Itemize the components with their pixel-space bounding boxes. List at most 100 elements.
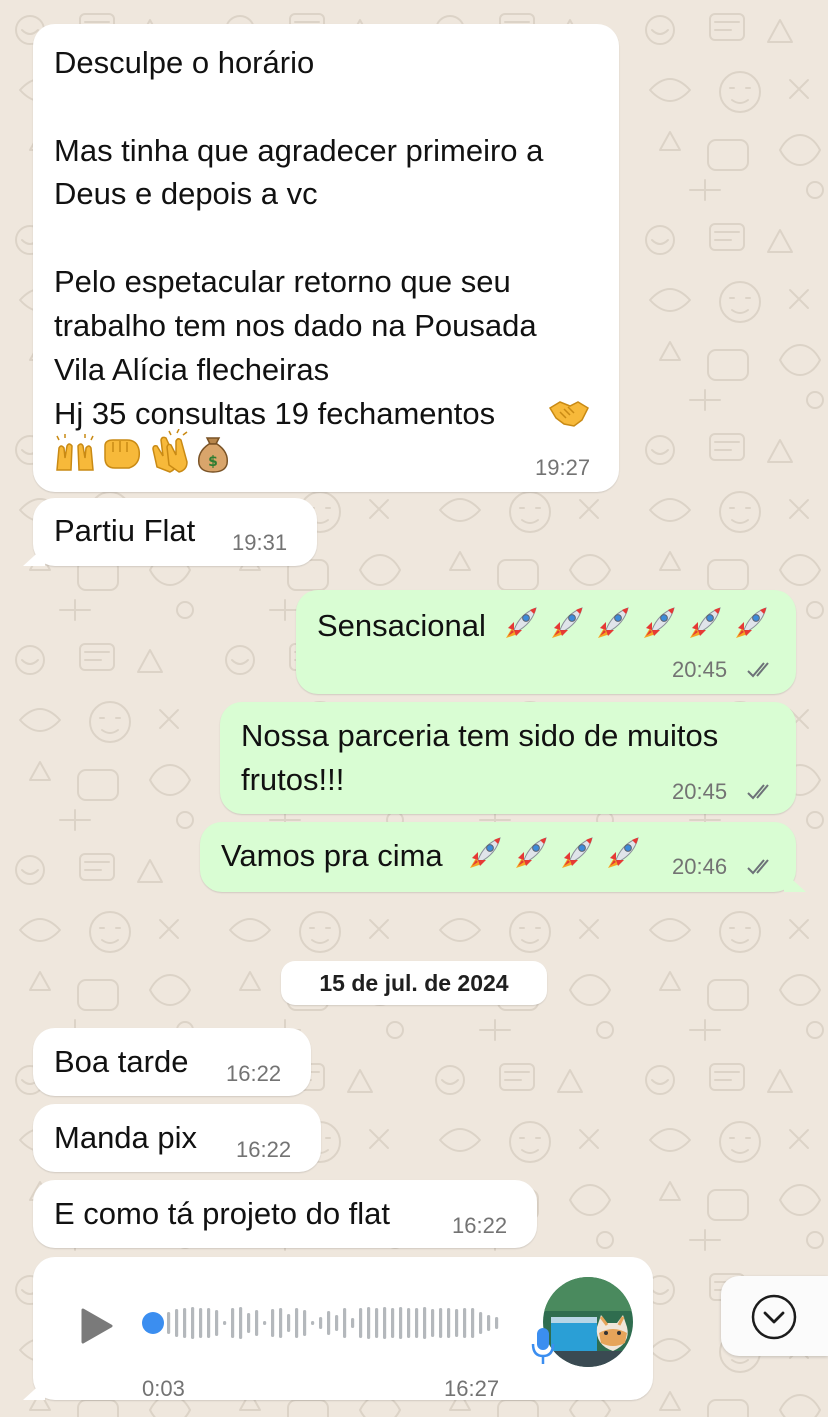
message-timestamp: 16:22 — [452, 1213, 508, 1238]
microphone-icon — [531, 1328, 555, 1364]
waveform-bar — [463, 1308, 467, 1338]
money-bag-emoji: $ — [197, 437, 229, 473]
waveform-bar — [359, 1308, 363, 1338]
message-text: Nossa parceria tem sido de muitos — [241, 718, 719, 753]
message-text: Hj 35 consultas 19 fechamentos — [54, 396, 496, 431]
message-text: Boa tarde — [54, 1044, 189, 1079]
waveform-bar — [327, 1311, 331, 1335]
waveform-bar — [367, 1307, 371, 1339]
message-bubble-outgoing[interactable]: Sensacional 20:45 — [296, 590, 796, 694]
message-text: Pelo espetacular retorno que seu — [54, 264, 511, 299]
rocket-emoji — [638, 604, 678, 644]
waveform-bar — [239, 1307, 243, 1339]
rocket-emoji — [602, 834, 642, 874]
message-bubble-incoming[interactable]: Boa tarde 16:22 — [33, 1028, 311, 1096]
message-text: trabalho tem nos dado na Pousada — [54, 308, 537, 343]
waveform-bar — [303, 1310, 307, 1336]
waveform-bar — [383, 1307, 387, 1339]
rocket-emoji — [730, 604, 770, 644]
rocket-emoji — [556, 834, 596, 874]
message-timestamp: 19:31 — [232, 530, 288, 555]
waveform-bar — [223, 1321, 227, 1325]
voice-message-bubble[interactable]: 0:03 16:27 — [33, 1257, 653, 1401]
audio-progress-dot[interactable] — [142, 1312, 164, 1334]
oncoming-fist-emoji — [104, 439, 141, 469]
waveform-bar — [263, 1321, 267, 1325]
waveform-bar — [183, 1308, 187, 1338]
rocket-emoji — [510, 834, 550, 874]
message-text: Manda pix — [54, 1120, 198, 1155]
waveform-bar — [351, 1318, 355, 1328]
message-timestamp: 19:27 — [535, 455, 591, 480]
waveform-bar — [271, 1309, 275, 1337]
waveform-bar — [231, 1308, 235, 1338]
message-bubble-outgoing[interactable]: Vamos pra cima 20:46 — [200, 822, 796, 892]
message-timestamp: 16:22 — [236, 1137, 292, 1162]
voice-message-timestamp: 16:27 — [444, 1376, 500, 1401]
clapping-hands-emoji — [152, 429, 188, 473]
read-ticks-icon — [747, 784, 769, 800]
waveform-bar — [287, 1314, 291, 1332]
message-timestamp: 20:46 — [672, 854, 728, 879]
play-icon[interactable] — [79, 1306, 115, 1346]
audio-waveform[interactable] — [139, 1301, 511, 1345]
waveform-bar — [175, 1309, 179, 1337]
waveform-bar — [247, 1313, 251, 1333]
date-divider: 15 de jul. de 2024 — [281, 961, 547, 1005]
message-timestamp: 20:45 — [672, 657, 728, 682]
waveform-bar — [311, 1321, 315, 1325]
waveform-bar — [447, 1308, 451, 1338]
waveform-bar — [407, 1308, 411, 1338]
read-ticks-icon — [747, 662, 769, 678]
waveform-bar — [255, 1310, 259, 1336]
waveform-bar — [375, 1308, 379, 1338]
message-text: Desculpe o horário — [54, 45, 315, 80]
waveform-bar — [335, 1315, 339, 1331]
waveform-bar — [455, 1309, 459, 1337]
message-text: Mas tinha que agradecer primeiro a — [54, 133, 544, 168]
read-ticks-icon — [747, 859, 769, 875]
waveform-bar — [487, 1315, 491, 1331]
rocket-emoji-row — [500, 604, 770, 656]
waveform-bar — [295, 1308, 299, 1338]
message-bubble-incoming[interactable]: Manda pix 16:22 — [33, 1104, 321, 1172]
message-bubble-incoming[interactable]: E como tá projeto do flat 16:22 — [33, 1180, 537, 1248]
message-bubble-incoming[interactable]: Desculpe o horário Mas tinha que agradec… — [33, 24, 619, 492]
rocket-emoji — [684, 604, 724, 644]
waveform-bar — [167, 1312, 171, 1334]
waveform-bar — [319, 1317, 323, 1329]
message-bubble-outgoing[interactable]: Nossa parceria tem sido de muitos frutos… — [220, 702, 796, 814]
waveform-bar — [431, 1309, 435, 1337]
waveform-bar — [215, 1310, 219, 1336]
message-text: Vamos pra cima — [221, 838, 443, 873]
message-bubble-incoming[interactable]: Partiu Flat 19:31 — [33, 498, 317, 566]
waveform-bar — [439, 1308, 443, 1338]
waveform-bar — [423, 1307, 427, 1339]
message-text: Deus e depois a vc — [54, 176, 318, 211]
chevron-down-icon — [751, 1294, 797, 1340]
waveform-bar — [479, 1312, 483, 1334]
waveform-bar — [207, 1308, 211, 1338]
message-text: frutos!!! — [241, 762, 345, 797]
message-text: Partiu Flat — [54, 513, 196, 548]
message-timestamp: 16:22 — [226, 1061, 282, 1086]
message-text: E como tá projeto do flat — [54, 1196, 391, 1231]
waveform-bar — [191, 1307, 195, 1339]
waveform-bar — [495, 1317, 499, 1329]
rocket-emoji-row — [464, 834, 642, 886]
scroll-to-bottom-button[interactable] — [721, 1276, 828, 1356]
message-timestamp: 20:45 — [672, 779, 728, 804]
rocket-emoji — [500, 604, 540, 644]
sender-avatar — [543, 1277, 633, 1367]
rocket-emoji — [464, 834, 504, 874]
waveform-bar — [399, 1307, 403, 1339]
message-text: Vila Alícia flecheiras — [54, 352, 330, 387]
waveform-bar — [415, 1308, 419, 1338]
handshake-emoji — [548, 401, 589, 427]
voice-message-duration: 0:03 — [142, 1376, 185, 1401]
waveform-bar — [471, 1308, 475, 1338]
waveform-bar — [199, 1308, 203, 1338]
waveform-bar — [343, 1308, 347, 1338]
rocket-emoji — [592, 604, 632, 644]
waveform-bar — [279, 1308, 283, 1338]
